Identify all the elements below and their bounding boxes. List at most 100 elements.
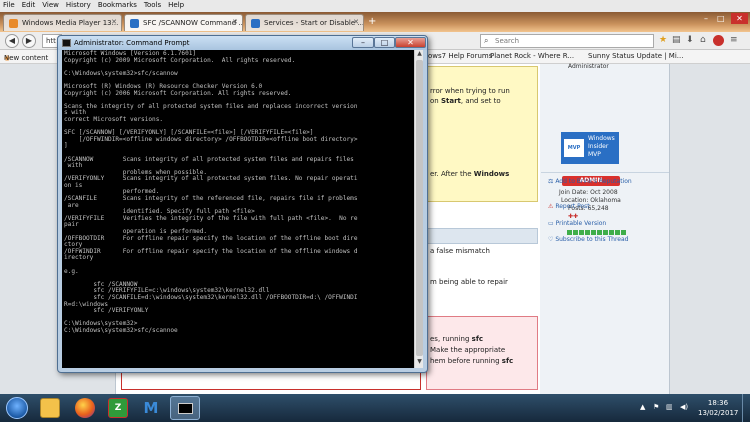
add-reputation-link[interactable]: ⚖ Add to Brink's Reputation <box>548 178 632 185</box>
start-button[interactable] <box>6 397 28 419</box>
cmd-scrollbar[interactable]: ▲ ▼ <box>414 50 423 368</box>
subscribe-thread-link[interactable]: ♡ Subscribe to this Thread <box>548 236 628 243</box>
new-tab-icon[interactable]: + <box>368 16 380 28</box>
divider <box>541 172 669 173</box>
scroll-thumb[interactable] <box>416 60 423 356</box>
cmd-line: sfc /SCANFILE=d:\windows\system32\kernel… <box>64 293 358 301</box>
back-arrow-icon[interactable]: ◀ <box>5 34 19 48</box>
cmd-line: ] <box>64 142 68 150</box>
cmd-line: [/OFFWINDIR=<offline windows directory> … <box>64 135 358 143</box>
volume-icon[interactable]: ◀) <box>680 403 688 411</box>
post-text-line: rror when trying to run <box>430 87 510 95</box>
cmd-close-button[interactable]: ✕ <box>395 37 426 48</box>
mvp-text: Windows <box>588 135 615 142</box>
tray-flag-icon[interactable]: ⚑ <box>653 403 661 411</box>
tab-favicon-icon <box>9 19 18 28</box>
command-prompt-window[interactable]: Administrator: Command Prompt – □ ✕ Micr… <box>57 35 428 373</box>
taskbar: Z M ▲ ⚑ ▥ ◀) 18:36 13/02/2017 <box>0 394 750 422</box>
cmd-line: sfc /VERIFYONLY <box>64 307 149 315</box>
cmd-minimize-button[interactable]: – <box>352 37 374 48</box>
scroll-down-icon[interactable]: ▼ <box>415 358 424 367</box>
home-icon[interactable]: ⌂ <box>700 35 706 45</box>
post-text-line: a false mismatch <box>430 247 490 255</box>
tab-sfc-scannow[interactable]: SFC /SCANNOW Command ... ✕ <box>124 14 243 31</box>
cmd-line: Copyright (c) 2009 Microsoft Corporation… <box>64 56 296 64</box>
clock-time: 18:36 <box>707 399 729 407</box>
post-text-line: Make the appropriate <box>430 346 506 354</box>
cmd-console[interactable]: Microsoft Windows [Version 6.1.7601] Copy… <box>62 50 414 368</box>
tray-expand-icon[interactable]: ▲ <box>640 403 648 411</box>
firefox-icon[interactable] <box>75 398 95 418</box>
post-text-line: er. After the Windows <box>430 170 510 178</box>
tab-media-player[interactable]: Windows Media Player 13... ✕ <box>3 14 122 31</box>
window-maximize-icon[interactable]: □ <box>717 14 725 23</box>
close-tab-icon[interactable]: ✕ <box>232 18 238 26</box>
warning-box-edge <box>121 370 421 390</box>
tab-services[interactable]: Services - Start or Disable ... ✕ <box>245 14 364 31</box>
user-role-text: Administrator <box>568 63 609 70</box>
cmd-line: /OFFBOOTDIR For offline repair specify t… <box>64 234 358 242</box>
print-icon: ▭ <box>548 220 554 227</box>
window-close-icon[interactable]: ✕ <box>731 13 748 24</box>
menu-view[interactable]: View <box>39 0 63 9</box>
menu-edit[interactable]: Edit <box>19 0 40 9</box>
cmd-title-bar[interactable]: Administrator: Command Prompt – □ ✕ <box>58 36 427 50</box>
menu-tools[interactable]: Tools <box>141 0 165 9</box>
search-input[interactable]: ⌕ Search <box>480 34 654 48</box>
forward-arrow-icon[interactable]: ▶ <box>22 34 36 48</box>
cmd-line: /OFFWINDIR For offline repair specify th… <box>64 247 358 255</box>
taskbar-clock[interactable]: 18:36 13/02/2017 <box>698 398 738 418</box>
adblock-icon[interactable] <box>713 35 724 46</box>
cmd-window-title: Administrator: Command Prompt <box>74 39 190 47</box>
file-explorer-icon[interactable] <box>40 398 60 418</box>
search-placeholder: Search <box>495 37 520 45</box>
malwarebytes-icon[interactable]: M <box>140 398 162 418</box>
join-date: Join Date: Oct 2008 <box>559 189 618 196</box>
show-desktop-button[interactable] <box>742 394 750 422</box>
browser-menubar: File Edit View History Bookmarks Tools Help <box>0 0 750 12</box>
taskbar-cmd-button[interactable] <box>170 396 200 420</box>
menu-bookmarks[interactable]: Bookmarks <box>95 0 141 9</box>
menu-help[interactable]: Help <box>165 0 188 9</box>
cmd-line: C:\Windows\system32>sfc/scannow <box>64 69 178 77</box>
menu-file[interactable]: File <box>0 0 19 9</box>
tab-favicon-icon <box>251 19 260 28</box>
bookmark-sunny-status[interactable]: Sunny Status Update | Mi... <box>588 52 683 60</box>
post-text-line: hem before running sfc <box>430 357 514 365</box>
window-minimize-icon[interactable]: – <box>704 14 708 23</box>
bookmark-planet-rock[interactable]: Planet Rock - Where R... <box>490 52 574 60</box>
cmd-line: /SCANFILE Scans integrity of the referen… <box>64 195 358 203</box>
reputation-icon: ⚖ <box>548 178 554 185</box>
cmd-app-icon <box>62 39 71 47</box>
cmd-output: Microsoft Windows [Version 6.1.7601] Copy… <box>62 50 414 336</box>
cmd-line: irectory <box>64 254 94 262</box>
menu-history[interactable]: History <box>63 0 95 9</box>
hamburger-menu-icon[interactable]: ≡ <box>730 35 738 45</box>
clipboard-icon[interactable]: ▤ <box>672 35 681 45</box>
filezilla-icon[interactable]: Z <box>108 398 128 418</box>
cmd-maximize-button[interactable]: □ <box>374 37 395 48</box>
cmd-line: correct Microsoft versions. <box>64 115 164 123</box>
bookmark-windows7-help[interactable]: ows7 Help Forums <box>428 52 492 60</box>
cmd-line: Copyright (c) 2006 Microsoft Corporation… <box>64 89 292 97</box>
close-tab-icon[interactable]: ✕ <box>353 18 359 26</box>
report-icon: ⚠ <box>548 203 554 210</box>
download-icon[interactable]: ⬇ <box>686 35 694 45</box>
report-post-link[interactable]: ⚠ Report Post <box>548 203 590 210</box>
printable-version-link[interactable]: ▭ Printable Version <box>548 220 606 227</box>
heart-icon: ♡ <box>548 236 554 243</box>
cmd-taskbar-icon <box>178 403 193 414</box>
mvp-text: Insider <box>588 143 609 150</box>
mvp-badge: MVP Windows Insider MVP <box>561 132 619 164</box>
section-header <box>426 228 538 244</box>
cmd-line: Scans the integrity of all protected sys… <box>64 102 358 110</box>
close-tab-icon[interactable]: ✕ <box>111 18 117 26</box>
post-text-line: es, running sfc <box>430 335 484 343</box>
scroll-up-icon[interactable]: ▲ <box>415 50 424 59</box>
network-icon[interactable]: ▥ <box>666 403 674 411</box>
tab-label: Services - Start or Disable ... <box>264 19 364 27</box>
tab-label: Windows Media Player 13... <box>22 19 119 27</box>
cmd-line: /SCANNOW Scans integrity of all protecte… <box>64 155 354 163</box>
star-bookmark-icon[interactable]: ★ <box>659 35 667 45</box>
cmd-line: /VERIFYONLY Scans integrity of all prote… <box>64 175 358 183</box>
